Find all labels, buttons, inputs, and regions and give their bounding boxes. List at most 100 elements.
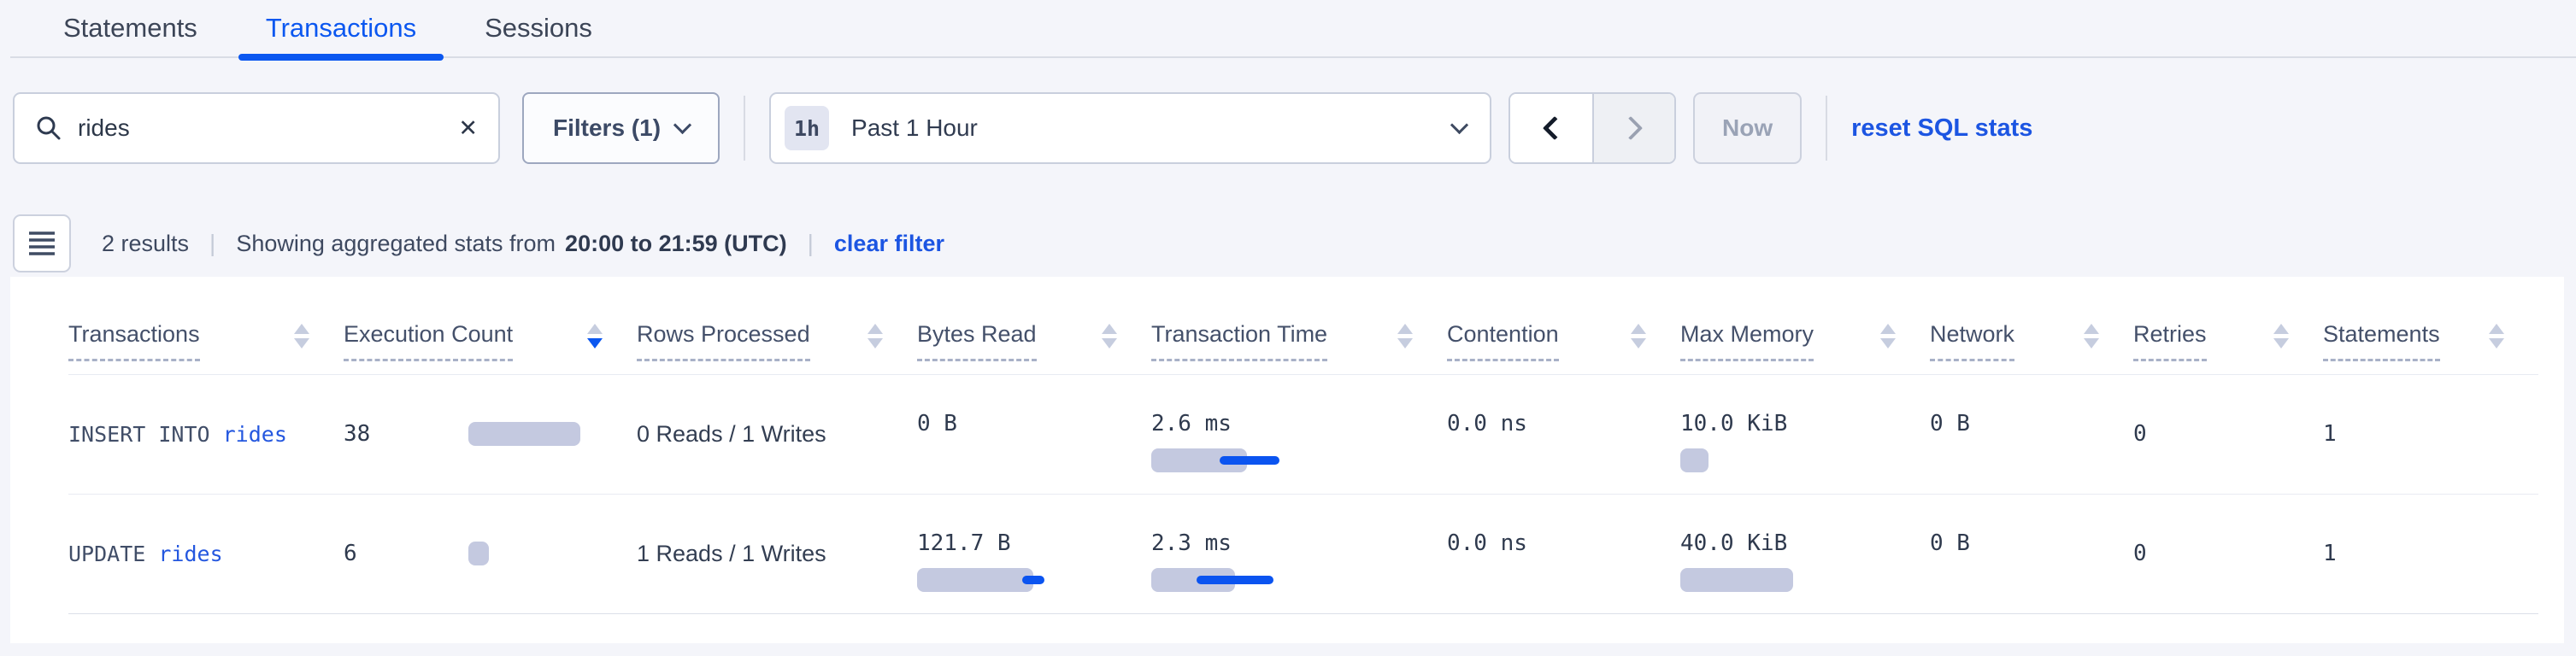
execution-count-value: 38 bbox=[344, 421, 468, 447]
column-label[interactable]: Bytes Read bbox=[917, 321, 1037, 361]
clear-filter-link[interactable]: clear filter bbox=[834, 231, 944, 257]
sort-down-icon bbox=[2084, 338, 2099, 348]
sort-arrows[interactable] bbox=[294, 321, 309, 348]
cell-retries: 0 bbox=[2133, 494, 2323, 613]
tab-transactions[interactable]: Transactions bbox=[238, 0, 444, 56]
transaction-time-value: 2.3 ms bbox=[1151, 530, 1232, 556]
chevron-down-icon bbox=[1450, 115, 1468, 133]
filters-button-label: Filters (1) bbox=[553, 114, 661, 142]
cell-max-memory: 40.0 KiB bbox=[1680, 494, 1930, 613]
retries-value: 0 bbox=[2133, 421, 2147, 447]
sort-up-icon bbox=[1880, 324, 1896, 334]
sort-arrows[interactable] bbox=[1397, 321, 1413, 348]
cell-retries: 0 bbox=[2133, 374, 2323, 494]
controls-row: ✕ Filters (1) 1h Past 1 Hour Now reset S… bbox=[13, 92, 2032, 164]
sort-up-icon bbox=[2273, 324, 2289, 334]
sort-down-icon bbox=[294, 338, 309, 348]
column-label[interactable]: Max Memory bbox=[1680, 321, 1814, 361]
chevron-right-icon bbox=[1619, 116, 1643, 140]
sort-up-icon bbox=[2489, 324, 2504, 334]
cell-transaction: UPDATE rides bbox=[68, 494, 344, 613]
transaction-row[interactable]: INSERT INTO rides38 0 Reads / 1 Writes 0 B… bbox=[68, 374, 2538, 494]
sort-arrows[interactable] bbox=[2489, 321, 2504, 348]
sort-arrows[interactable] bbox=[1102, 321, 1117, 348]
contention-value: 0.0 ns bbox=[1447, 530, 1527, 556]
sort-down-icon bbox=[1397, 338, 1413, 348]
time-window-nav bbox=[1509, 92, 1676, 164]
cell-network: 0 B bbox=[1930, 374, 2133, 494]
divider bbox=[1826, 96, 1827, 161]
cell-statements: 1 bbox=[2323, 374, 2538, 494]
transactions-table: Transactions Execution Count Rows Processe… bbox=[68, 277, 2538, 614]
sort-arrows[interactable] bbox=[867, 321, 883, 348]
sort-arrows[interactable] bbox=[587, 321, 603, 348]
transaction-table-link[interactable]: rides bbox=[223, 422, 287, 447]
max-memory-bar-chart bbox=[1680, 568, 1904, 592]
column-header-network[interactable]: Network bbox=[1930, 277, 2133, 374]
sort-arrows[interactable] bbox=[1631, 321, 1646, 348]
cell-rows-processed: 1 Reads / 1 Writes bbox=[637, 494, 917, 613]
bytes-read-bar-chart bbox=[917, 568, 1126, 592]
cell-transaction: INSERT INTO rides bbox=[68, 374, 344, 494]
cell-bytes-read: 121.7 B bbox=[917, 494, 1151, 613]
column-header-execution-count[interactable]: Execution Count bbox=[344, 277, 637, 374]
column-label[interactable]: Retries bbox=[2133, 321, 2207, 361]
transaction-time-overlay-line bbox=[1220, 456, 1279, 465]
search-box[interactable]: ✕ bbox=[13, 92, 500, 164]
cell-transaction-time: 2.3 ms bbox=[1151, 494, 1447, 613]
execution-count-bar bbox=[468, 542, 489, 565]
sort-arrows[interactable] bbox=[2273, 321, 2289, 348]
bytes-read-overlay-line bbox=[1022, 576, 1044, 584]
clear-search-icon[interactable]: ✕ bbox=[458, 117, 478, 140]
column-label[interactable]: Transaction Time bbox=[1151, 321, 1327, 361]
tab-statements[interactable]: Statements bbox=[36, 0, 225, 56]
transaction-table-link[interactable]: rides bbox=[158, 542, 222, 566]
transaction-row[interactable]: UPDATE rides61 Reads / 1 Writes121.7 B2.… bbox=[68, 494, 2538, 613]
transactions-table-card: Transactions Execution Count Rows Processe… bbox=[10, 277, 2564, 643]
cell-max-memory: 10.0 KiB bbox=[1680, 374, 1930, 494]
cell-contention: 0.0 ns bbox=[1447, 374, 1680, 494]
bytes-read-bar bbox=[917, 568, 1033, 592]
time-range-picker[interactable]: 1h Past 1 Hour bbox=[769, 92, 1491, 164]
column-label[interactable]: Network bbox=[1930, 321, 2014, 361]
column-selector-button[interactable] bbox=[13, 214, 71, 272]
sort-up-icon bbox=[1397, 324, 1413, 334]
column-header-statements[interactable]: Statements bbox=[2323, 277, 2538, 374]
now-button[interactable]: Now bbox=[1693, 92, 1802, 164]
transaction-time-value: 2.6 ms bbox=[1151, 411, 1232, 436]
cell-rows-processed: 0 Reads / 1 Writes bbox=[637, 374, 917, 494]
next-window-button[interactable] bbox=[1592, 94, 1674, 162]
results-count: 2 results bbox=[102, 231, 189, 257]
chevron-left-icon bbox=[1543, 116, 1567, 140]
previous-window-button[interactable] bbox=[1510, 94, 1592, 162]
filters-button[interactable]: Filters (1) bbox=[522, 92, 720, 164]
column-label[interactable]: Statements bbox=[2323, 321, 2440, 361]
showing-stats-text: Showing aggregated stats from 20:00 to 2… bbox=[236, 231, 786, 257]
cell-statements: 1 bbox=[2323, 494, 2538, 613]
column-header-retries[interactable]: Retries bbox=[2133, 277, 2323, 374]
reset-sql-stats-link[interactable]: reset SQL stats bbox=[1851, 114, 2032, 143]
column-header-transaction-time[interactable]: Transaction Time bbox=[1151, 277, 1447, 374]
tab-sessions[interactable]: Sessions bbox=[457, 0, 620, 56]
cell-transaction-time: 2.6 ms bbox=[1151, 374, 1447, 494]
column-header-max-memory[interactable]: Max Memory bbox=[1680, 277, 1930, 374]
column-header-bytes-read[interactable]: Bytes Read bbox=[917, 277, 1151, 374]
column-header-transactions[interactable]: Transactions bbox=[68, 277, 344, 374]
retries-value: 0 bbox=[2133, 541, 2147, 566]
sort-arrows[interactable] bbox=[2084, 321, 2099, 348]
sort-down-icon bbox=[1880, 338, 1896, 348]
column-label[interactable]: Execution Count bbox=[344, 321, 513, 361]
column-label[interactable]: Transactions bbox=[68, 321, 200, 361]
search-input[interactable] bbox=[78, 114, 458, 142]
column-label[interactable]: Rows Processed bbox=[637, 321, 810, 361]
column-label[interactable]: Contention bbox=[1447, 321, 1559, 361]
transaction-time-bar-chart bbox=[1151, 568, 1421, 592]
cell-execution-count: 6 bbox=[344, 494, 637, 613]
max-memory-bar-chart bbox=[1680, 448, 1904, 472]
sort-arrows[interactable] bbox=[1880, 321, 1896, 348]
column-header-contention[interactable]: Contention bbox=[1447, 277, 1680, 374]
transaction-time-overlay-line bbox=[1197, 576, 1273, 584]
max-memory-value: 10.0 KiB bbox=[1680, 411, 1787, 436]
column-header-rows-processed[interactable]: Rows Processed bbox=[637, 277, 917, 374]
search-icon bbox=[35, 114, 62, 142]
